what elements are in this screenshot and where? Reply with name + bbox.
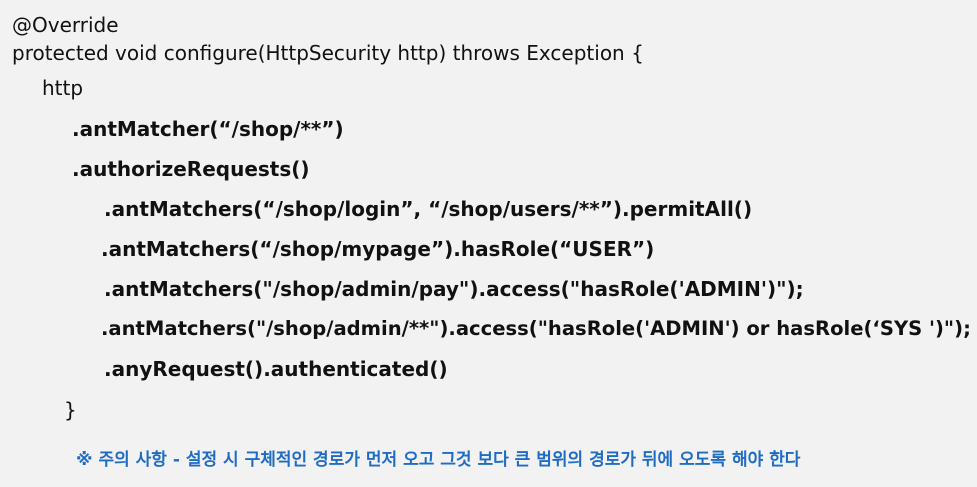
any-request-line: .anyRequest().authenticated()	[104, 357, 448, 381]
code-slide: @Override protected void configure(HttpS…	[0, 0, 977, 487]
ant-matcher-line: .antMatcher(“/shop/**”)	[72, 117, 344, 141]
closing-brace: }	[64, 398, 77, 422]
authorize-requests-line: .authorizeRequests()	[72, 157, 310, 181]
permit-all-line: .antMatchers(“/shop/login”, “/shop/users…	[104, 197, 753, 221]
admin-all-access-line: .antMatchers("/shop/admin/**").access("h…	[101, 317, 971, 340]
override-annotation: @Override	[12, 13, 119, 37]
method-signature: protected void configure(HttpSecurity ht…	[12, 41, 644, 65]
http-object: http	[42, 76, 84, 100]
admin-pay-access-line: .antMatchers("/shop/admin/pay").access("…	[104, 277, 804, 301]
caution-note: ※ 주의 사항 - 설정 시 구체적인 경로가 먼저 오고 그것 보다 큰 범위…	[76, 450, 801, 470]
has-role-user-line: .antMatchers(“/shop/mypage”).hasRole(“US…	[101, 237, 655, 261]
